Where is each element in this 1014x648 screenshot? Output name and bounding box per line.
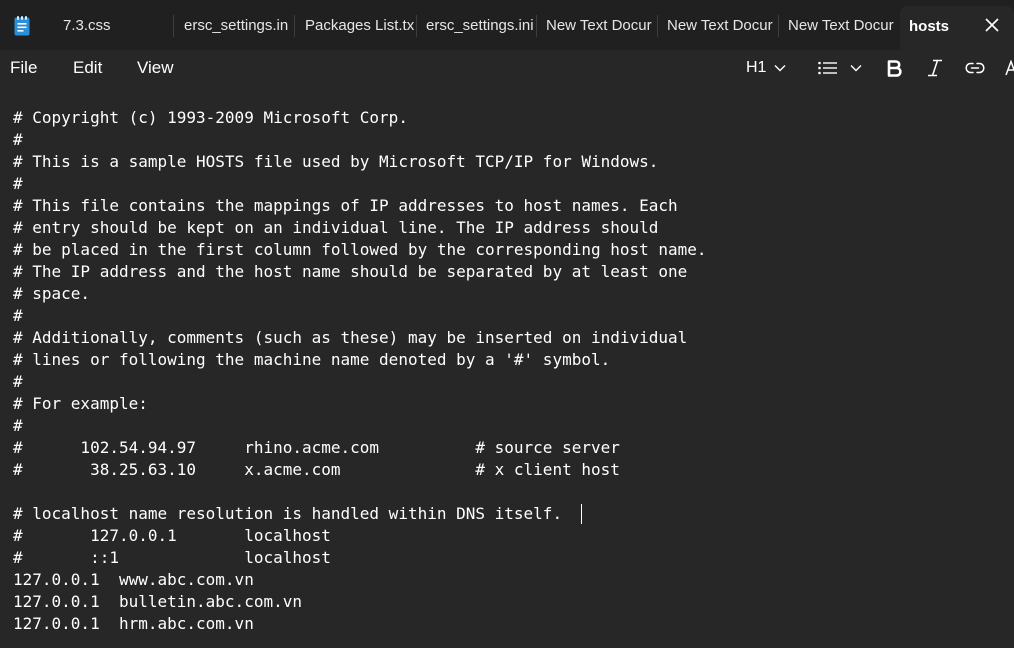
notepad-app-icon bbox=[14, 16, 30, 36]
tab-separator bbox=[778, 15, 779, 37]
editor-line: # The IP address and the host name shoul… bbox=[13, 262, 688, 281]
tab-ersc-settings-in[interactable]: ersc_settings.in bbox=[179, 6, 292, 44]
editor-line: # 127.0.0.1 localhost bbox=[13, 526, 331, 545]
bold-icon bbox=[887, 59, 902, 77]
menu-edit[interactable]: Edit bbox=[73, 57, 102, 79]
editor-line: 127.0.0.1 bulletin.abc.com.vn bbox=[13, 592, 302, 611]
editor-line: # entry should be kept on an individual … bbox=[13, 218, 659, 237]
menu-file[interactable]: File bbox=[10, 57, 37, 79]
editor-line: 127.0.0.1 www.abc.com.vn bbox=[13, 570, 254, 589]
editor-line: # For example: bbox=[13, 394, 148, 413]
text-caret bbox=[581, 504, 582, 524]
editor-line: # bbox=[13, 372, 23, 391]
editor-line: # ::1 localhost bbox=[13, 548, 331, 567]
editor-line: # localhost name resolution is handled w… bbox=[13, 504, 563, 523]
notepad-window: 7.3.css ersc_settings.in Packages List.t… bbox=[0, 0, 1014, 648]
tab-separator bbox=[536, 15, 537, 37]
list-icon bbox=[818, 61, 838, 75]
tab-separator bbox=[173, 15, 174, 37]
menu-view[interactable]: View bbox=[137, 57, 174, 79]
chevron-down-icon bbox=[850, 64, 862, 72]
font-icon bbox=[1005, 60, 1014, 76]
italic-icon bbox=[927, 59, 943, 77]
tab-new-text-document-1[interactable]: New Text Docur bbox=[541, 6, 654, 44]
tab-separator bbox=[294, 15, 295, 37]
bold-button[interactable] bbox=[887, 53, 902, 83]
chevron-down-icon bbox=[774, 64, 786, 72]
menu-bar: File Edit View H1 bbox=[0, 50, 1014, 88]
editor-line: # 38.25.63.10 x.acme.com # x client host bbox=[13, 460, 620, 479]
heading-dropdown[interactable]: H1 bbox=[746, 53, 786, 83]
editor-line: # bbox=[13, 174, 23, 193]
editor-line: # 102.54.94.97 rhino.acme.com # source s… bbox=[13, 438, 620, 457]
editor-line: # bbox=[13, 130, 23, 149]
editor-line: # space. bbox=[13, 284, 91, 303]
italic-button[interactable] bbox=[927, 53, 943, 83]
text-editor[interactable]: # Copyright (c) 1993-2009 Microsoft Corp… bbox=[0, 94, 1014, 648]
editor-line: # This is a sample HOSTS file used by Mi… bbox=[13, 152, 659, 171]
editor-line: # bbox=[13, 416, 23, 435]
editor-line: # bbox=[13, 306, 23, 325]
heading-label: H1 bbox=[746, 59, 767, 76]
editor-line: # Additionally, comments (such as these)… bbox=[13, 328, 688, 347]
close-tab-icon[interactable] bbox=[981, 14, 1003, 36]
tab-bar: 7.3.css ersc_settings.in Packages List.t… bbox=[0, 0, 1014, 50]
tab-new-text-document-3[interactable]: New Text Docur bbox=[783, 6, 895, 44]
tab-packages-list[interactable]: Packages List.tx bbox=[300, 6, 415, 44]
font-button[interactable] bbox=[1005, 53, 1014, 83]
tab-ersc-settings-ini[interactable]: ersc_settings.ini bbox=[421, 6, 534, 44]
tab-new-text-document-2[interactable]: New Text Docur bbox=[662, 6, 776, 44]
editor-line: # lines or following the machine name de… bbox=[13, 350, 611, 369]
editor-line: # Copyright (c) 1993-2009 Microsoft Corp… bbox=[13, 108, 408, 127]
list-dropdown[interactable] bbox=[818, 53, 862, 83]
editor-line: # be placed in the first column followed… bbox=[13, 240, 707, 259]
editor-line: 127.0.0.1 hrm.abc.com.vn bbox=[13, 614, 254, 633]
link-button[interactable] bbox=[965, 53, 985, 83]
tab-separator bbox=[416, 15, 417, 37]
editor-line: # This file contains the mappings of IP … bbox=[13, 196, 678, 215]
tab-7-3-css[interactable]: 7.3.css bbox=[58, 6, 170, 44]
tab-separator bbox=[657, 15, 658, 37]
link-icon bbox=[965, 62, 985, 74]
